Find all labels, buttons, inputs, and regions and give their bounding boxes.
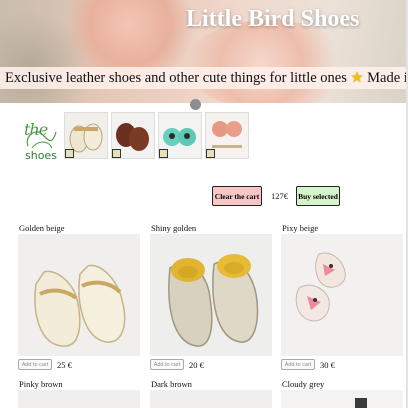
add-to-cart-button[interactable]: Add to cart [150,359,184,370]
product-image[interactable] [281,234,403,356]
thumbnail-mint[interactable] [158,112,202,159]
product-card: Dark brown [150,379,272,408]
checkbox-icon[interactable] [65,149,74,158]
product-name: Golden beige [19,223,65,233]
clear-cart-button[interactable]: Clear the cart [212,186,262,206]
product-card: Pixy beige Add to cart 30 € [281,223,403,373]
logo-swirl-icon [26,131,57,149]
tagline-suffix: Made in Ireland [367,69,408,86]
product-price: 25 € [57,360,72,370]
product-name: Shiny golden [151,223,197,233]
product-name: Dark brown [151,379,192,389]
cloudy-grey-shoe-image [355,398,367,408]
cart-total: 127€ [271,191,288,201]
product-price: 30 € [320,360,335,370]
checkbox-icon[interactable] [206,149,215,158]
product-name: Pixy beige [282,223,319,233]
checkbox-icon[interactable] [159,149,168,158]
thumbnail-pink[interactable] [205,112,249,159]
checkbox-icon[interactable] [112,149,121,158]
star-icon: ★ [350,69,364,86]
product-image[interactable] [18,390,140,408]
product-card: Cloudy grey [281,379,403,408]
product-image[interactable] [150,390,272,408]
add-to-cart-button[interactable]: Add to cart [18,359,52,370]
shiny-golden-shoe-image [150,234,272,356]
add-to-cart-button[interactable]: Add to cart [281,359,315,370]
product-card: Golden beige Add to cart 25 € [18,223,140,373]
golden-beige-shoe-image [18,234,140,356]
product-image[interactable] [281,390,403,408]
pixy-beige-shoe-image [281,234,403,356]
hero-title: Little Bird Shoes [186,6,360,32]
tagline-bar: Exclusive leather shoes and other cute t… [0,67,408,89]
tagline-text: Exclusive leather shoes and other cute t… [5,69,347,86]
logo-text-bottom: shoes [25,149,57,162]
carousel-dot[interactable] [190,99,201,110]
buy-selected-button[interactable]: Buy selected [296,186,340,206]
brand-logo[interactable]: the shoes [22,118,60,164]
hero-banner: Little Bird Shoes Exclusive leather shoe… [0,0,408,103]
product-name: Cloudy grey [282,379,325,389]
thumbnail-golden-beige[interactable] [64,112,108,159]
thumbnail-dark-brown[interactable] [111,112,155,159]
product-name: Pinky brown [19,379,63,389]
tagline: Exclusive leather shoes and other cute t… [0,70,408,87]
product-image[interactable] [150,234,272,356]
product-card: Pinky brown [18,379,140,408]
product-card: Shiny golden Add to cart 20 € [150,223,272,373]
product-image[interactable] [18,234,140,356]
product-price: 20 € [189,360,204,370]
